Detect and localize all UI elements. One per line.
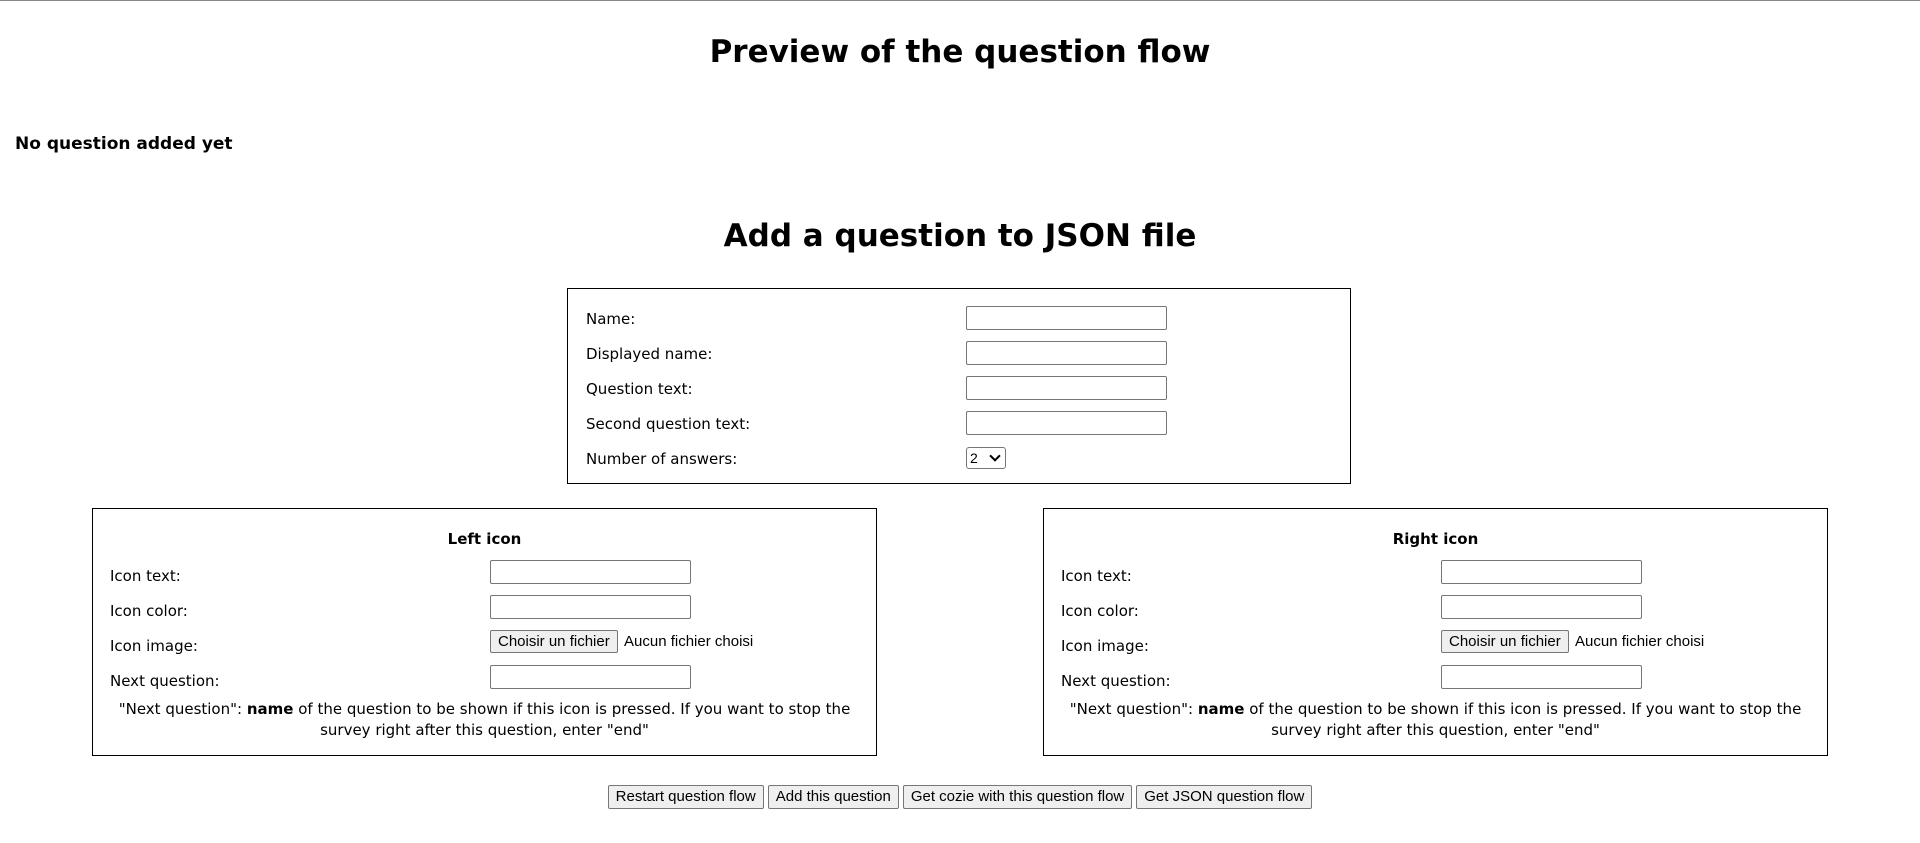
question-text-label: Question text: bbox=[586, 380, 693, 398]
left-icon-text-label: Icon text: bbox=[110, 567, 181, 585]
right-icon-color-label: Icon color: bbox=[1061, 602, 1139, 620]
number-of-answers-label: Number of answers: bbox=[586, 450, 738, 468]
help-suffix: of the question to be shown if this icon… bbox=[293, 700, 851, 739]
right-icon-text-label: Icon text: bbox=[1061, 567, 1132, 585]
add-question-title: Add a question to JSON file bbox=[723, 218, 1197, 254]
second-question-text-input[interactable] bbox=[966, 411, 1167, 435]
left-icon-file-button[interactable]: Choisir un fichier bbox=[490, 630, 618, 653]
left-next-question-help: "Next question": name of the question to… bbox=[103, 699, 866, 741]
left-icon-color-input[interactable] bbox=[490, 595, 691, 619]
right-icon-heading: Right icon bbox=[1392, 530, 1479, 548]
left-icon-text-input[interactable] bbox=[490, 560, 691, 584]
right-next-question-help: "Next question": name of the question to… bbox=[1054, 699, 1817, 741]
get-json-button[interactable]: Get JSON question flow bbox=[1136, 785, 1313, 809]
left-icon-image-label: Icon image: bbox=[110, 637, 198, 655]
name-input[interactable] bbox=[966, 306, 1167, 330]
help-bold-name: name bbox=[1197, 700, 1245, 718]
preview-title: Preview of the question flow bbox=[709, 34, 1211, 70]
help-suffix: of the question to be shown if this icon… bbox=[1244, 700, 1802, 739]
get-cozie-button[interactable]: Get cozie with this question flow bbox=[902, 785, 1133, 809]
question-text-input[interactable] bbox=[966, 376, 1167, 400]
right-next-question-label: Next question: bbox=[1061, 672, 1171, 690]
left-icon-heading: Left icon bbox=[447, 530, 522, 548]
help-bold-name: name bbox=[246, 700, 294, 718]
action-bar: Restart question flow Add this question … bbox=[0, 785, 1920, 809]
right-icon-image-label: Icon image: bbox=[1061, 637, 1149, 655]
left-icon-file-status: Aucun fichier choisi bbox=[624, 633, 754, 650]
right-icon-text-input[interactable] bbox=[1441, 560, 1642, 584]
help-prefix: "Next question": bbox=[118, 700, 247, 718]
second-question-text-label: Second question text: bbox=[586, 415, 751, 433]
question-form: Name: Displayed name: Question text: Sec… bbox=[567, 288, 1351, 484]
number-of-answers-select[interactable]: 2 bbox=[966, 447, 1006, 469]
left-next-question-label: Next question: bbox=[110, 672, 220, 690]
chevron-down-icon bbox=[989, 450, 1001, 462]
help-prefix: "Next question": bbox=[1069, 700, 1198, 718]
name-label: Name: bbox=[586, 310, 636, 328]
right-next-question-input[interactable] bbox=[1441, 665, 1642, 689]
number-of-answers-value: 2 bbox=[970, 450, 978, 466]
left-icon-panel: Left icon Icon text: Icon color: Icon im… bbox=[92, 508, 877, 756]
left-next-question-input[interactable] bbox=[490, 665, 691, 689]
right-icon-file-button[interactable]: Choisir un fichier bbox=[1441, 630, 1569, 653]
empty-preview-message: No question added yet bbox=[15, 134, 233, 154]
right-icon-file-status: Aucun fichier choisi bbox=[1575, 633, 1705, 650]
add-question-button[interactable]: Add this question bbox=[767, 785, 899, 809]
displayed-name-input[interactable] bbox=[966, 341, 1167, 365]
left-icon-color-label: Icon color: bbox=[110, 602, 188, 620]
displayed-name-label: Displayed name: bbox=[586, 345, 713, 363]
restart-flow-button[interactable]: Restart question flow bbox=[607, 785, 764, 809]
right-icon-panel: Right icon Icon text: Icon color: Icon i… bbox=[1043, 508, 1828, 756]
right-icon-color-input[interactable] bbox=[1441, 595, 1642, 619]
